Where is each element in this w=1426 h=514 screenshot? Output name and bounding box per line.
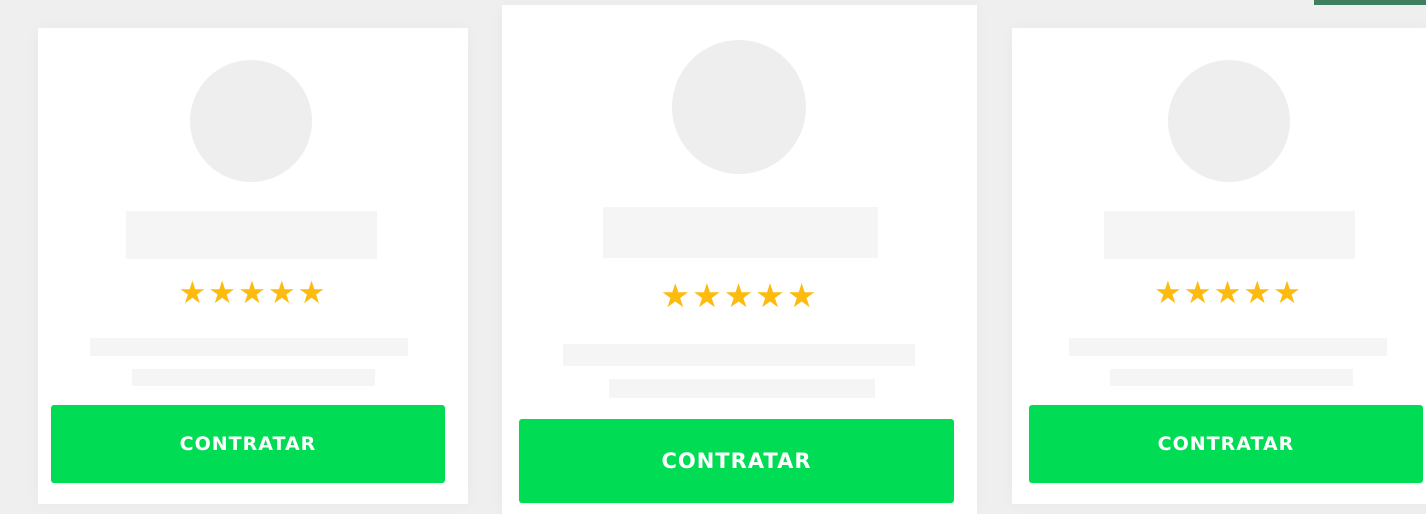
description-placeholder-line — [1069, 338, 1387, 356]
contratar-button[interactable]: CONTRATAR — [51, 405, 445, 483]
professional-card: ★★★★★ CONTRATAR — [38, 28, 468, 504]
corner-accent-bar — [1314, 0, 1426, 5]
star-rating: ★★★★★ — [1154, 275, 1303, 311]
avatar-placeholder — [672, 40, 806, 174]
contratar-button[interactable]: CONTRATAR — [1029, 405, 1423, 483]
avatar-placeholder — [190, 60, 312, 182]
professional-card: ★★★★★ CONTRATAR — [1012, 28, 1426, 504]
description-placeholder-line — [90, 338, 408, 356]
professional-card: ★★★★★ CONTRATAR — [502, 5, 977, 514]
star-rating: ★★★★★ — [178, 275, 328, 311]
contratar-button[interactable]: CONTRATAR — [519, 419, 954, 503]
description-placeholder-line — [1110, 369, 1353, 386]
description-placeholder-line — [132, 369, 375, 386]
description-placeholder-line — [563, 344, 915, 366]
name-placeholder — [603, 207, 878, 258]
name-placeholder — [1104, 211, 1355, 259]
name-placeholder — [126, 211, 377, 259]
avatar-placeholder — [1168, 60, 1290, 182]
star-rating: ★★★★★ — [660, 276, 819, 315]
description-placeholder-line — [609, 379, 875, 398]
